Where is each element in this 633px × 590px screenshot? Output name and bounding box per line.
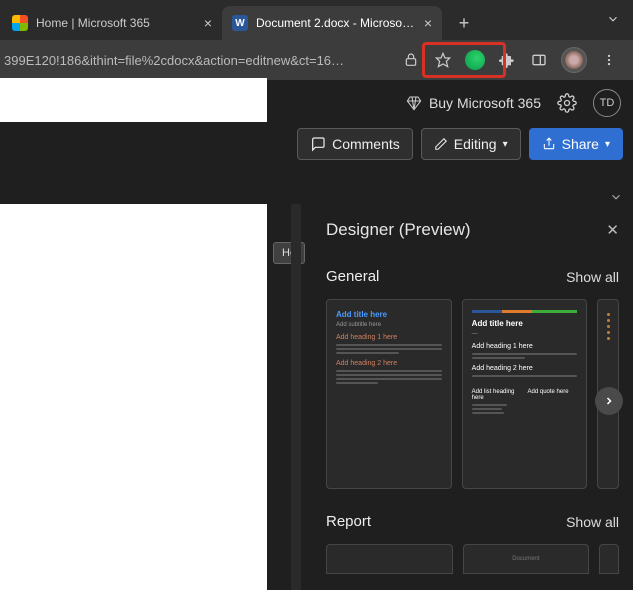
m365-icon	[12, 15, 28, 31]
comments-button[interactable]: Comments	[297, 128, 413, 160]
show-all-general[interactable]: Show all	[566, 269, 619, 285]
report-templates-row: Document	[326, 544, 619, 574]
document-page-top	[0, 78, 267, 122]
ribbon-row: Comments Editing ▾ Share ▾	[297, 128, 623, 160]
template-quote: Add quote here	[528, 389, 578, 395]
show-all-report[interactable]: Show all	[566, 514, 619, 530]
kebab-menu-icon[interactable]	[599, 50, 619, 70]
template-card[interactable]	[326, 544, 453, 574]
close-tab-icon[interactable]: ×	[424, 15, 432, 31]
template-card-partial[interactable]	[599, 544, 619, 574]
template-card[interactable]: Document	[463, 544, 590, 574]
pencil-icon	[434, 137, 448, 151]
browser-tabstrip: Home | Microsoft 365 × W Document 2.docx…	[0, 0, 633, 40]
template-title: Add title here	[472, 319, 578, 328]
template-card[interactable]: Add title here Add subtitle here Add hea…	[326, 299, 452, 489]
designer-title: Designer (Preview)	[326, 220, 471, 240]
general-templates-row: Add title here Add subtitle here Add hea…	[326, 299, 619, 489]
template-list-heading: Add list heading here	[472, 389, 522, 401]
grammarly-icon[interactable]	[465, 50, 485, 70]
editing-mode-button[interactable]: Editing ▾	[421, 128, 521, 160]
share-label: Share	[562, 136, 599, 152]
editing-label: Editing	[454, 136, 497, 152]
browser-toolbar: 399E120!186&ithint=file%2cdocx&action=ed…	[0, 40, 633, 80]
template-heading: Add heading 1 here	[336, 334, 442, 341]
section-report-title: Report	[326, 513, 371, 530]
close-panel-icon[interactable]: ✕	[606, 221, 619, 239]
template-heading: Add heading 1 here	[472, 343, 578, 350]
word-icon: W	[232, 15, 248, 31]
side-panel-icon[interactable]	[529, 50, 549, 70]
buy-m365-label: Buy Microsoft 365	[429, 95, 541, 111]
chevron-down-icon: ▾	[503, 139, 508, 150]
template-subtitle: Add subtitle here	[336, 322, 442, 328]
tab-document[interactable]: W Document 2.docx - Microsoft W ×	[222, 6, 442, 40]
extensions-icon[interactable]	[497, 50, 517, 70]
template-heading: Add heading 2 here	[472, 365, 578, 372]
tab-home-label: Home | Microsoft 365	[36, 16, 196, 30]
address-bar[interactable]: 399E120!186&ithint=file%2cdocx&action=ed…	[0, 45, 391, 75]
section-general-title: General	[326, 268, 379, 285]
template-heading: Add heading 2 here	[336, 360, 442, 367]
account-initials[interactable]: TD	[593, 89, 621, 117]
designer-panel: Designer (Preview) ✕ General Show all Ad…	[310, 204, 633, 590]
comment-icon	[310, 136, 326, 152]
vertical-scrollbar[interactable]	[291, 204, 301, 590]
tab-home[interactable]: Home | Microsoft 365 ×	[2, 6, 222, 40]
template-card[interactable]: Add title here — Add heading 1 here Add …	[462, 299, 588, 489]
chevron-down-icon[interactable]	[606, 12, 620, 31]
chevron-down-icon: ▾	[605, 139, 610, 150]
bookmark-star-icon[interactable]	[433, 50, 453, 70]
share-page-icon[interactable]	[401, 50, 421, 70]
buy-m365-button[interactable]: Buy Microsoft 365	[406, 95, 541, 111]
template-title: Add title here	[336, 310, 442, 319]
profile-avatar[interactable]	[561, 47, 587, 73]
settings-gear-icon[interactable]	[557, 93, 577, 113]
document-canvas[interactable]	[0, 204, 267, 590]
new-tab-button[interactable]: +	[450, 9, 478, 37]
comments-label: Comments	[332, 136, 400, 152]
tab-doc-label: Document 2.docx - Microsoft W	[256, 16, 416, 30]
close-tab-icon[interactable]: ×	[204, 15, 212, 31]
premium-diamond-icon	[406, 95, 422, 111]
share-button[interactable]: Share ▾	[529, 128, 623, 160]
share-icon	[542, 137, 556, 151]
next-templates-button[interactable]	[595, 387, 623, 415]
